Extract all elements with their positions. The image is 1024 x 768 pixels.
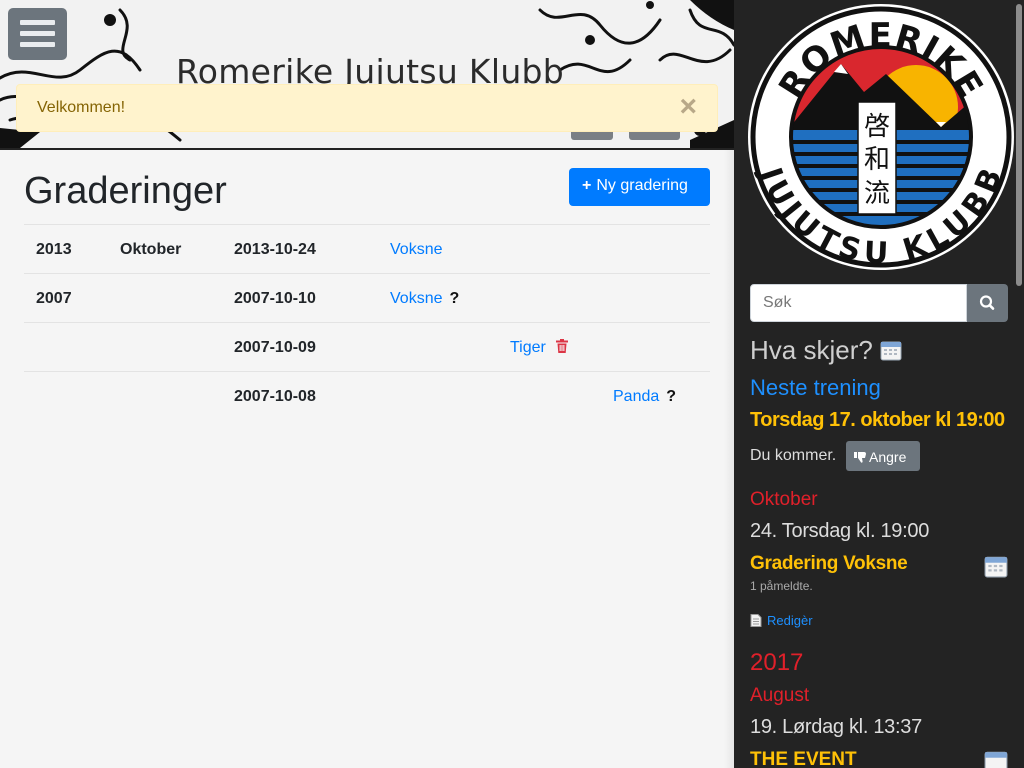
new-grading-button[interactable]: + Ny gradering: [569, 168, 710, 206]
welcome-alert: Velkommen! ×: [16, 84, 718, 132]
date-cell: 2013-10-24: [234, 241, 316, 258]
attending-status: Du kommer.: [750, 447, 837, 464]
date-cell: 2007-10-09: [234, 339, 316, 356]
search-form: [750, 284, 1008, 322]
group-link[interactable]: Panda: [613, 388, 659, 405]
event-date: 24. Torsdag kl. 19:00: [750, 520, 930, 542]
table-row: 2007-10-08 Panda?: [24, 371, 710, 420]
month-cell: Oktober: [120, 241, 182, 258]
search-icon: [979, 295, 995, 310]
alert-message: Velkommen!: [37, 99, 126, 116]
club-logo: 啓 和 流 ROMERIKE JUJUTSU KLUBB: [748, 4, 1014, 271]
calendar-icon[interactable]: [984, 554, 1008, 578]
whats-up-heading: Hva skjer?: [750, 335, 902, 366]
undo-label: Angre: [869, 449, 907, 465]
new-grading-label: Ny gradering: [596, 177, 688, 194]
thumbs-down-icon: [854, 452, 866, 463]
edit-row: Redigèr: [750, 613, 813, 628]
calendar-icon[interactable]: [880, 339, 902, 361]
main-content: Graderinger + Ny gradering 2013 Oktober 2…: [0, 150, 734, 768]
group-cell: Panda?: [613, 388, 676, 406]
date-cell: 2007-10-08: [234, 388, 316, 405]
event-title[interactable]: THE EVENT: [750, 749, 857, 768]
group-link[interactable]: Voksne: [390, 241, 442, 258]
event-title[interactable]: Gradering Voksne: [750, 553, 908, 575]
plus-icon: +: [582, 177, 592, 194]
next-training-heading[interactable]: Neste trening: [750, 375, 881, 401]
menu-button[interactable]: [8, 8, 67, 60]
sidebar: 啓 和 流 ROMERIKE JUJUTSU KLUBB Hva skjer?: [734, 0, 1024, 768]
close-icon[interactable]: ×: [679, 92, 697, 122]
year-cell: 2013: [36, 241, 72, 258]
question-mark-icon: ?: [449, 290, 460, 307]
table-row: 2007 2007-10-10 Voksne?: [24, 273, 710, 322]
group-link[interactable]: Tiger: [510, 339, 546, 356]
whats-up-label: Hva skjer?: [750, 335, 873, 365]
table-row: 2013 Oktober 2013-10-24 Voksne: [24, 224, 710, 273]
group-link[interactable]: Voksne: [390, 290, 442, 307]
search-input[interactable]: [750, 284, 967, 322]
logo-kanji: 和: [864, 145, 890, 175]
search-button[interactable]: [967, 284, 1008, 322]
sidebar-scrollbar[interactable]: [1016, 4, 1022, 286]
document-icon: [750, 614, 762, 627]
question-mark-icon: ?: [666, 388, 677, 405]
calendar-icon[interactable]: [984, 749, 1008, 768]
gradings-table: 2013 Oktober 2013-10-24 Voksne 2007 2007…: [24, 224, 710, 420]
month-heading: August: [750, 685, 810, 706]
page-title: Graderinger: [24, 170, 227, 212]
next-training-date: Torsdag 17. oktober kl 19:00: [750, 409, 1005, 431]
date-cell: 2007-10-10: [234, 290, 316, 307]
group-cell: Tiger: [510, 339, 569, 357]
hamburger-menu-icon: [20, 20, 55, 25]
year-cell: 2007: [36, 290, 72, 307]
content-edge-shadow: [724, 150, 734, 768]
group-cell: Voksne: [390, 241, 442, 259]
year-heading: 2017: [750, 649, 804, 676]
event-signup-count: 1 påmeldte.: [750, 579, 813, 593]
hamburger-menu-icon-bar: [20, 42, 55, 47]
logo-kanji: 啓: [864, 112, 890, 142]
edit-link[interactable]: Redigèr: [767, 613, 813, 628]
undo-attendance-button[interactable]: Angre: [846, 441, 920, 471]
logo-kanji: 流: [864, 179, 890, 209]
month-heading: Oktober: [750, 489, 818, 510]
trash-icon[interactable]: [556, 339, 569, 353]
hamburger-menu-icon-bar: [20, 31, 55, 36]
table-row: 2007-10-09 Tiger: [24, 322, 710, 371]
group-cell: Voksne?: [390, 290, 459, 308]
event-date: 19. Lørdag kl. 13:37: [750, 716, 922, 738]
